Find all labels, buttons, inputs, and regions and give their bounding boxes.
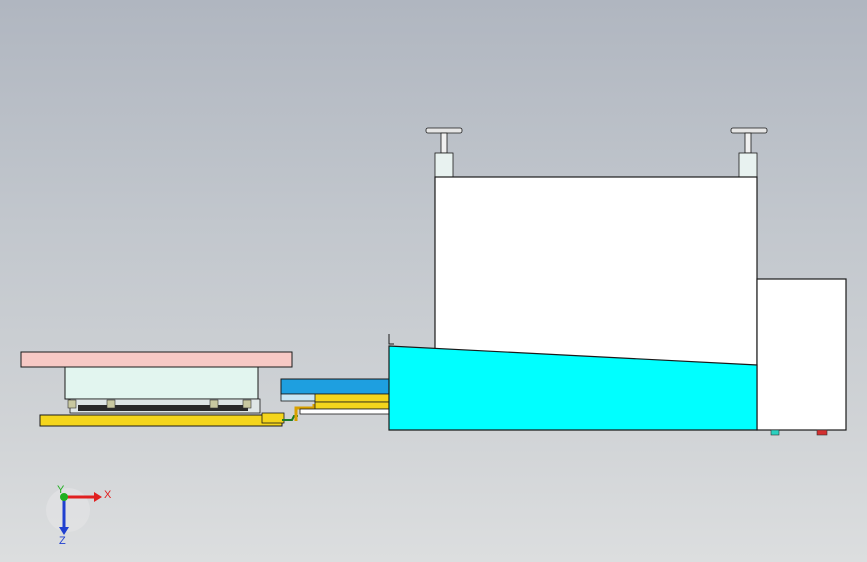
cad-viewport[interactable]: X Y Z (0, 0, 867, 562)
yellow-slide-top[interactable] (314, 393, 390, 403)
side-cabinet[interactable] (756, 278, 847, 431)
left-base-plate[interactable] (39, 414, 283, 427)
triad-y-label: Y (57, 484, 65, 496)
left-support-block[interactable] (64, 366, 259, 400)
cabinet-foot-red (816, 429, 828, 436)
middle-rail-assembly[interactable] (280, 378, 391, 421)
left-top-plate[interactable] (20, 351, 293, 368)
yellow-slide-mid (314, 401, 390, 410)
hook-mark (388, 334, 394, 345)
left-fixture-assembly[interactable] (20, 351, 298, 427)
right-machine-assembly[interactable] (388, 127, 847, 436)
left-dark-rail (78, 405, 248, 411)
orientation-triad: X Y Z (46, 484, 112, 547)
triad-z-label: Z (59, 535, 66, 547)
blue-rail[interactable] (280, 378, 390, 395)
slide-base (299, 408, 391, 415)
left-base-bracket (261, 412, 285, 424)
lifting-eye-left[interactable] (425, 127, 463, 178)
triad-x-label: X (104, 489, 112, 501)
cabinet-foot-teal (770, 429, 780, 436)
main-housing[interactable] (434, 176, 758, 368)
model-view: X Y Z (20, 127, 847, 547)
lifting-eye-right[interactable] (730, 127, 768, 178)
